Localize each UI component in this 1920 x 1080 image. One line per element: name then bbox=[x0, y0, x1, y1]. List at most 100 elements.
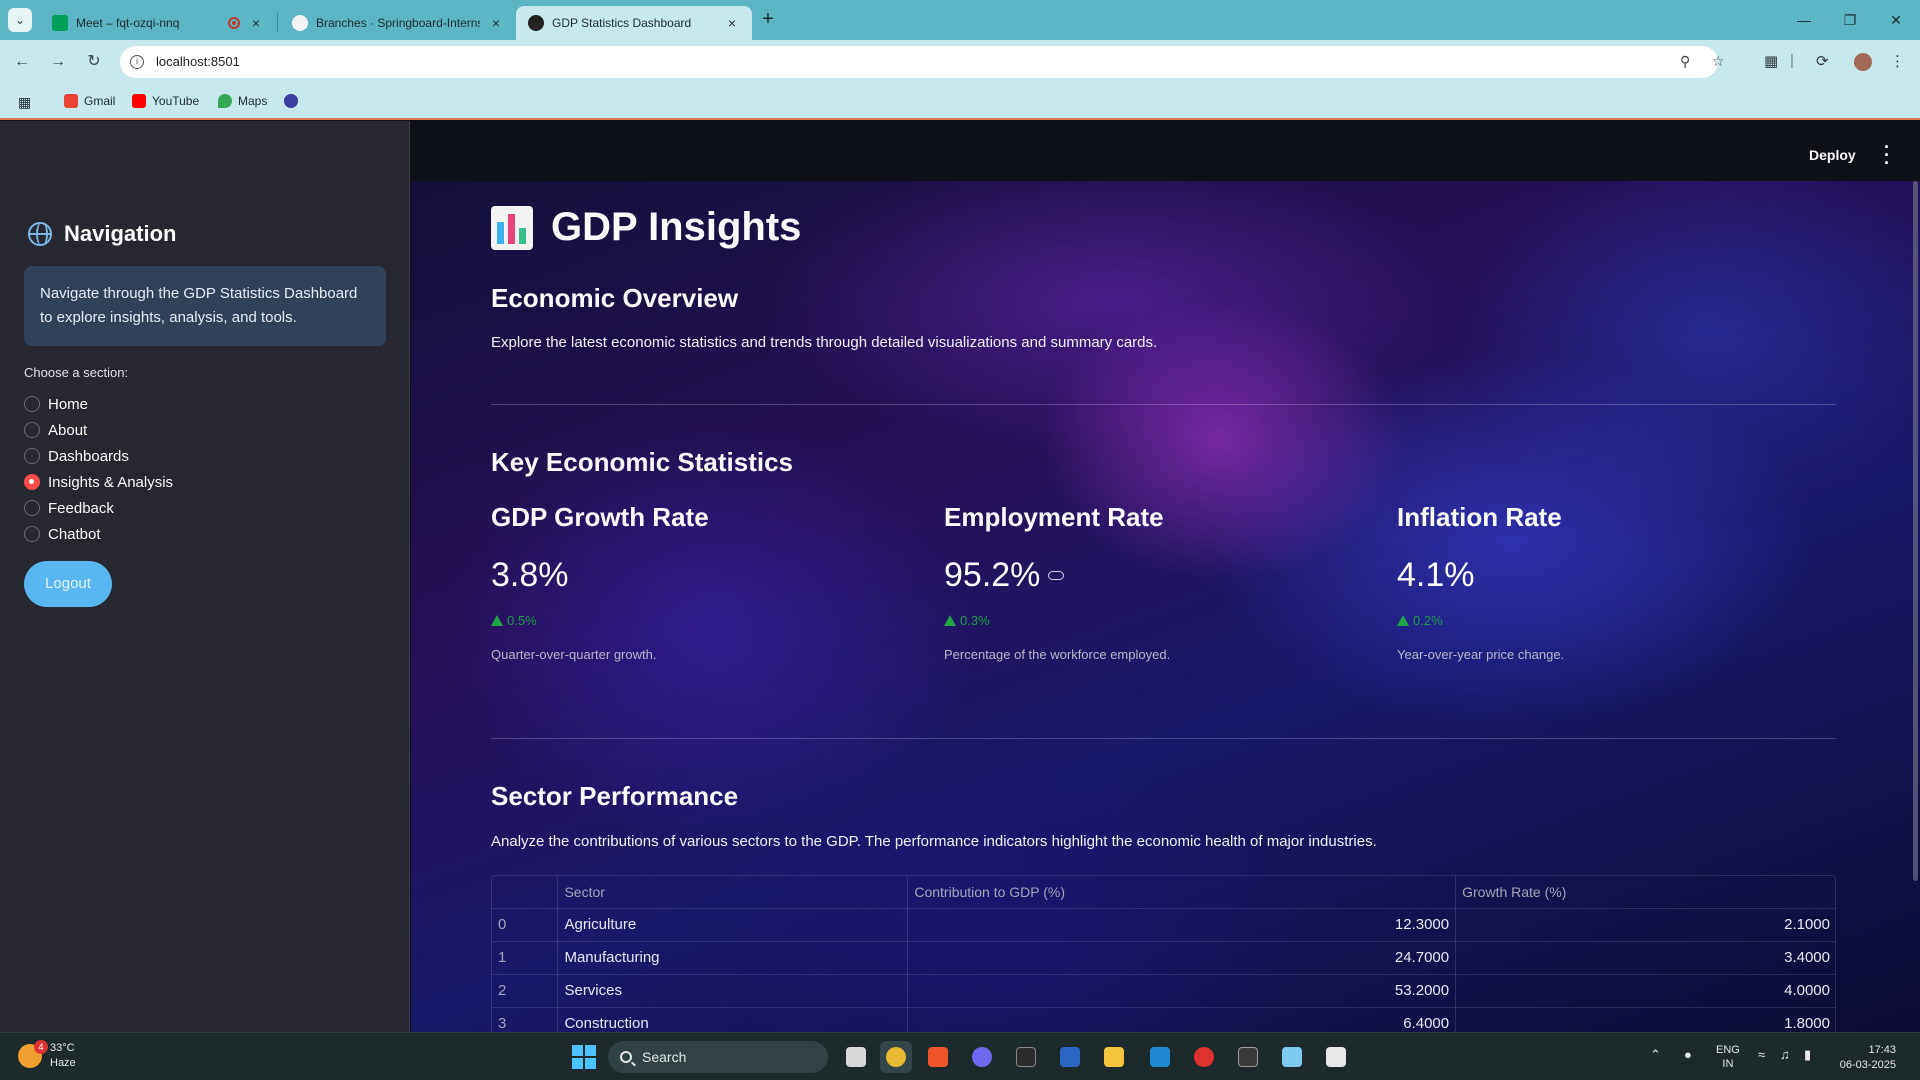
cell-contribution[interactable]: 12.3000 bbox=[907, 908, 1457, 942]
site-info-icon[interactable]: i bbox=[130, 55, 144, 69]
radio-circle[interactable] bbox=[24, 422, 40, 438]
tab-meet[interactable]: Meet – fqt-ozqi-nnq × bbox=[40, 6, 276, 40]
chrome-taskbar-icon[interactable] bbox=[880, 1041, 912, 1073]
meet-favicon-icon bbox=[52, 15, 68, 31]
cell-contribution[interactable]: 24.7000 bbox=[907, 941, 1457, 975]
radio-option-about[interactable]: About bbox=[24, 417, 173, 443]
forward-icon[interactable]: → bbox=[46, 50, 70, 74]
sector-table[interactable]: Sector Contribution to GDP (%) Growth Ra… bbox=[491, 875, 1836, 1032]
volume-icon[interactable]: ♫ bbox=[1780, 1047, 1790, 1062]
bookmark-maps[interactable]: Maps bbox=[218, 94, 267, 108]
snipping-tool-taskbar-icon[interactable] bbox=[1320, 1041, 1352, 1073]
windows-start-icon[interactable] bbox=[572, 1045, 596, 1069]
radio-circle-selected[interactable] bbox=[24, 474, 40, 490]
sector-dataframe: Sector Contribution to GDP (%) Growth Ra… bbox=[492, 876, 1835, 1032]
taskbar-search[interactable]: Search bbox=[608, 1041, 828, 1073]
cell-growth[interactable]: 4.0000 bbox=[1455, 974, 1835, 1008]
recording-icon bbox=[228, 17, 240, 29]
show-hidden-icons-chevron-icon[interactable]: ⌃ bbox=[1650, 1047, 1661, 1063]
cell-sector[interactable]: Agriculture bbox=[557, 908, 909, 942]
tab-title: Branches · Springboard-Internshi bbox=[316, 16, 480, 30]
task-view-icon[interactable] bbox=[840, 1041, 872, 1073]
deploy-button[interactable]: Deploy bbox=[1809, 147, 1856, 163]
cell-contribution[interactable]: 6.4000 bbox=[907, 1007, 1457, 1032]
notepad-taskbar-icon[interactable] bbox=[1276, 1041, 1308, 1073]
weather-widget[interactable]: 4 33°C Haze bbox=[18, 1040, 76, 1071]
logout-button[interactable]: Logout bbox=[24, 561, 112, 607]
microphone-icon[interactable]: ● bbox=[1684, 1047, 1692, 1062]
wifi-icon[interactable]: ≈ bbox=[1758, 1047, 1765, 1062]
extensions-icon[interactable]: ▦ bbox=[1764, 52, 1778, 70]
powershell-taskbar-icon[interactable] bbox=[1054, 1041, 1086, 1073]
close-tab-icon[interactable]: × bbox=[488, 15, 504, 31]
profile-avatar[interactable] bbox=[1854, 53, 1872, 71]
clock[interactable]: 17:43 06-03-2025 bbox=[1836, 1043, 1896, 1073]
cell-growth[interactable]: 1.8000 bbox=[1455, 1007, 1835, 1032]
column-header-index[interactable] bbox=[492, 876, 559, 909]
radio-option-chatbot[interactable]: Chatbot bbox=[24, 521, 173, 547]
tab-gdp-dashboard[interactable]: GDP Statistics Dashboard × bbox=[516, 6, 752, 40]
page-title-text: GDP Insights bbox=[551, 205, 802, 249]
back-icon[interactable]: ← bbox=[10, 50, 34, 74]
overview-heading: Economic Overview bbox=[491, 283, 739, 313]
minimize-icon[interactable]: — bbox=[1784, 8, 1824, 32]
bookmark-youtube[interactable]: YouTube bbox=[132, 94, 199, 108]
radio-option-insights[interactable]: Insights & Analysis bbox=[24, 469, 173, 495]
close-tab-icon[interactable]: × bbox=[248, 15, 264, 31]
bar-chart-icon bbox=[491, 205, 533, 250]
weather-desc: Haze bbox=[50, 1057, 76, 1069]
app-menu-icon[interactable]: · · · bbox=[1879, 138, 1895, 172]
wps-taskbar-icon[interactable] bbox=[1188, 1041, 1220, 1073]
radio-option-home[interactable]: Home bbox=[24, 391, 173, 417]
link-icon[interactable] bbox=[1048, 571, 1065, 580]
bookmark-star-icon[interactable]: ☆ bbox=[1712, 53, 1725, 70]
bookmark-gmail[interactable]: Gmail bbox=[64, 94, 115, 108]
brave-taskbar-icon[interactable] bbox=[922, 1041, 954, 1073]
new-tab-button[interactable]: + bbox=[756, 8, 780, 32]
close-tab-icon[interactable]: × bbox=[724, 15, 740, 31]
sidebar-title-text: Navigation bbox=[64, 221, 177, 246]
browser-menu-icon[interactable]: ⋮ bbox=[1890, 52, 1905, 70]
restore-icon[interactable]: ❐ bbox=[1830, 8, 1870, 32]
copilot-icon[interactable]: ⟳ bbox=[1816, 52, 1829, 70]
radio-circle[interactable] bbox=[24, 500, 40, 516]
metric-value-text: 4.1% bbox=[1397, 556, 1475, 594]
cell-sector[interactable]: Services bbox=[557, 974, 909, 1008]
close-window-icon[interactable]: ✕ bbox=[1876, 8, 1916, 32]
lang-top: ENG bbox=[1716, 1044, 1740, 1056]
tab-search-chevron-icon[interactable]: ⌄ bbox=[8, 8, 32, 32]
radio-option-feedback[interactable]: Feedback bbox=[24, 495, 173, 521]
search-icon bbox=[620, 1051, 632, 1063]
cell-sector[interactable]: Manufacturing bbox=[557, 941, 909, 975]
column-header-sector[interactable]: Sector bbox=[557, 876, 909, 909]
language-indicator[interactable]: ENG IN bbox=[1716, 1043, 1740, 1071]
battery-icon[interactable]: ▮ bbox=[1804, 1047, 1811, 1063]
cell-contribution[interactable]: 53.2000 bbox=[907, 974, 1457, 1008]
radio-circle[interactable] bbox=[24, 448, 40, 464]
cell-sector[interactable]: Construction bbox=[557, 1007, 909, 1032]
reload-icon[interactable]: ↻ bbox=[82, 50, 106, 74]
cell-growth[interactable]: 3.4000 bbox=[1455, 941, 1835, 975]
apps-grid-icon[interactable]: ▦ bbox=[18, 94, 31, 111]
radio-option-dashboards[interactable]: Dashboards bbox=[24, 443, 173, 469]
copilot-taskbar-icon[interactable] bbox=[966, 1041, 998, 1073]
github-favicon-icon bbox=[292, 15, 308, 31]
radio-circle[interactable] bbox=[24, 396, 40, 412]
cmd-taskbar-icon[interactable] bbox=[1232, 1041, 1264, 1073]
metric-delta: 0.3% bbox=[944, 613, 990, 628]
column-header-contribution[interactable]: Contribution to GDP (%) bbox=[907, 876, 1457, 909]
address-bar[interactable]: i localhost:8501 ⚲ ☆ bbox=[120, 46, 1725, 78]
sidebar-info-box: Navigate through the GDP Statistics Dash… bbox=[24, 266, 386, 346]
bookmark-app[interactable] bbox=[284, 94, 304, 108]
scrollbar[interactable] bbox=[1913, 181, 1918, 881]
file-explorer-taskbar-icon[interactable] bbox=[1098, 1041, 1130, 1073]
vscode-taskbar-icon[interactable] bbox=[1144, 1041, 1176, 1073]
password-key-icon[interactable]: ⚲ bbox=[1680, 53, 1690, 70]
row-index: 1 bbox=[492, 941, 559, 975]
column-header-growth[interactable]: Growth Rate (%) bbox=[1455, 876, 1835, 909]
sidebar-title: Navigation bbox=[28, 221, 176, 247]
tab-github[interactable]: Branches · Springboard-Internshi × bbox=[280, 6, 516, 40]
cell-growth[interactable]: 2.1000 bbox=[1455, 908, 1835, 942]
terminal-taskbar-icon[interactable] bbox=[1010, 1041, 1042, 1073]
radio-circle[interactable] bbox=[24, 526, 40, 542]
